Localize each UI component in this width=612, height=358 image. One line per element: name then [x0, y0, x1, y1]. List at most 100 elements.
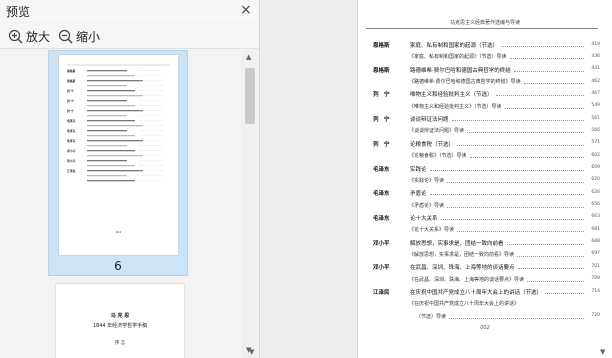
thumb-toc-line: [87, 120, 135, 122]
toc-leader: [501, 46, 584, 47]
thumb-toc-line: [87, 160, 127, 162]
toc-author: 列 宁: [373, 92, 390, 99]
toc-author: 毛泽东: [373, 166, 390, 173]
toc-page-number: 419: [591, 41, 600, 47]
thumb-toc-line: [87, 150, 135, 152]
toc-entry-title[interactable]: 解放思想，实事求是，团结一致向前看: [410, 239, 504, 247]
toc-entry-title[interactable]: 《家庭、私有制和国家的起源》（节选）导读: [409, 53, 507, 60]
thumb-toc-author: 列 宁: [67, 109, 74, 113]
toc-entry-title[interactable]: 《谈谈辩证法问题》导读: [409, 127, 464, 134]
thumb-toc-author: 毛泽东: [67, 129, 76, 133]
thumb-page-footer: 002: [116, 230, 122, 234]
thumb-toc-line: [87, 125, 143, 127]
toc-entry-title[interactable]: 《论粮食税》（节选）导读: [409, 152, 467, 159]
thumbnail-page-content: 恩格斯恩格斯列 宁列 宁列 宁毛泽东毛泽东毛泽东邓小平邓小平江泽民002: [66, 64, 170, 234]
toc-entry-title[interactable]: 实践论: [410, 165, 427, 173]
thumb-toc-author: 恩格斯: [67, 69, 76, 73]
toc-page-number: 701: [591, 263, 600, 269]
toc-entry-title[interactable]: 《在武昌、深圳、珠海、上海等地的谈话要点》导读: [409, 276, 524, 283]
toc-leader: [523, 83, 584, 85]
toc-page-number: 663: [591, 214, 600, 220]
thumb2-line-2: 1844 年经济学哲学手稿: [92, 323, 148, 329]
toc-entry-title[interactable]: 家庭、私有制和国家的起源（节选）: [410, 41, 498, 49]
toc-page-number: 626: [591, 189, 600, 195]
toc-page-number: 462: [591, 78, 600, 84]
toc-entry-title[interactable]: 《路德维希·费尔巴哈和德国古典哲学的终结》导读: [409, 78, 521, 85]
toc-leader: [517, 268, 584, 270]
preview-panel: 预览 × 放大 缩小 恩格斯 恩格斯列 宁列 宁列 宁毛泽东 毛泽东 毛泽东 邓小平 邓小: [0, 0, 260, 358]
toc-entry-title[interactable]: 《唯物主义和经验批判主义》（节选）导读: [409, 103, 502, 110]
thumb-toc-author: 列 宁: [67, 99, 74, 103]
thumb-toc-line: [87, 95, 143, 97]
scroll-up-icon[interactable]: ▲: [246, 53, 251, 61]
zoom-out-icon: [58, 29, 73, 43]
toc-author: 毛泽东: [373, 191, 390, 198]
toc-entry-title[interactable]: 在庆祝中国共产党成立八十周年大会上的讲话（节选）: [410, 288, 542, 296]
toc-entry-title[interactable]: 《实践论》导读: [409, 177, 444, 184]
toc-leader: [447, 206, 584, 208]
thumbnail-page-6[interactable]: 恩格斯 恩格斯列 宁列 宁列 宁毛泽东 毛泽东 毛泽东 邓小平 邓小平 江泽民 002 6: [48, 50, 188, 276]
thumb-toc-line: [87, 115, 127, 117]
panel-title: 预览: [6, 5, 31, 19]
toc-leader: [440, 218, 584, 220]
toc-author: 列 宁: [373, 117, 390, 124]
toc-author: 邓小平: [373, 265, 390, 272]
toc-author: 江泽民: [373, 290, 390, 296]
toc-page-number: 697: [591, 251, 600, 257]
thumb-toc-line: [87, 110, 143, 112]
toc-page-number: 709: [591, 276, 600, 282]
toc-entry-title[interactable]: 《在庆祝中国共产党成立八十周年大会上的讲话》: [409, 300, 519, 307]
scroll-down-icon-main[interactable]: ▼: [249, 348, 254, 356]
toc-entry-title[interactable]: 《矛盾论》导读: [409, 202, 444, 209]
zoom-in-icon: [8, 29, 23, 43]
toc-page-number: 656: [591, 202, 600, 208]
zoom-in-button[interactable]: 放大: [8, 28, 50, 44]
toc-page-number: 681: [591, 226, 600, 232]
toc-entry-title[interactable]: 《论十大关系》导读: [409, 226, 454, 233]
thumb2-line-1: 马 克 思: [110, 313, 130, 319]
toc-entry-title[interactable]: 论十大关系: [410, 214, 438, 222]
toc-entry-title[interactable]: 《解放思想，实事求是，团结一致向前看》导读: [409, 251, 514, 258]
toc-leader: [457, 144, 584, 146]
toc-entry-title[interactable]: 在武昌、深圳、珠海、上海等地的谈话要点: [410, 263, 515, 271]
thumb-toc-line: [87, 70, 127, 72]
thumb-toc-line: [87, 165, 135, 167]
toc-entry-title[interactable]: 唯物主义和经验批判主义（节选）: [410, 90, 493, 98]
toc-leader: [504, 107, 584, 109]
thumb-toc-line: [87, 105, 135, 107]
thumb-toc-line: [87, 100, 127, 102]
toc-page-number: 566: [591, 127, 600, 133]
thumb-toc-author: 恩格斯: [67, 79, 76, 83]
thumb-toc-line: [87, 135, 135, 137]
thumb2-line-3: 序 言: [114, 341, 126, 346]
toc-leader: [509, 58, 584, 60]
toc-page-number: 720: [591, 313, 600, 319]
page-header: 马克思主义经典著作选编与导读: [449, 20, 520, 26]
toc-entry-title[interactable]: 论粮食税（节选）: [410, 140, 454, 148]
toc-leader: [513, 70, 584, 72]
thumb-toc-author: 列 宁: [67, 89, 74, 93]
toc-entry-title[interactable]: 矛盾论: [410, 189, 427, 197]
toc-page-number: 688: [591, 239, 600, 245]
thumb-toc-author: 毛泽东: [67, 139, 76, 143]
toc-entry-title[interactable]: 路德维希·费尔巴哈和德国古典哲学的终结: [410, 66, 511, 74]
page-footer: 002: [480, 325, 490, 331]
thumb-toc-line: [87, 145, 127, 147]
toc-page-number: 609: [591, 165, 600, 170]
close-icon[interactable]: ×: [240, 2, 252, 18]
toc-page-number: 467: [591, 90, 600, 96]
toc-author: 列 宁: [373, 141, 390, 148]
zoom-in-label: 放大: [26, 29, 51, 44]
toc-leader: [517, 255, 584, 257]
toc-leader: [495, 95, 584, 97]
toc-entry-title[interactable]: （节选）导读: [416, 313, 446, 320]
thumbnail-page-7[interactable]: 马 克 思 1844 年经济学哲学手稿 序 言: [56, 284, 184, 358]
toc-entry-title[interactable]: 谈谈辩证法问题: [410, 115, 449, 123]
scrollbar-thumb[interactable]: [245, 68, 255, 124]
thumb-toc-author: 邓小平: [66, 149, 76, 153]
thumb-toc-line: [87, 80, 143, 82]
zoom-out-button[interactable]: 缩小: [58, 28, 100, 44]
toc-leader: [467, 132, 584, 134]
scroll-down-icon-right[interactable]: ▼: [600, 348, 605, 356]
toc-leader: [527, 280, 584, 282]
